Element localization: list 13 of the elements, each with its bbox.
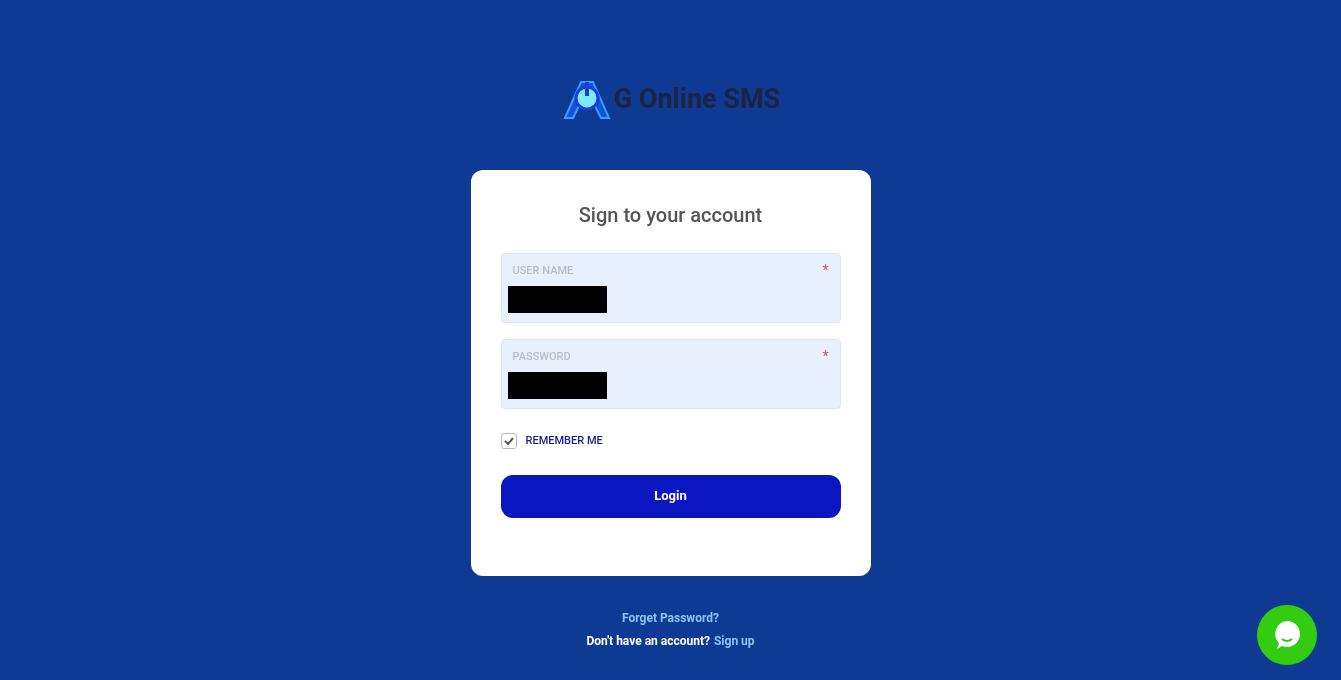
remember-checkbox[interactable] [500,433,517,450]
required-mark: * [822,349,829,366]
required-mark: * [822,263,829,280]
card-title: Sign to your account [577,202,764,229]
chat-button[interactable] [1257,605,1317,665]
login-button[interactable]: Login [500,474,841,518]
sign-up-link[interactable]: Sign up [714,632,755,650]
remember-label: REMEMBER ME [525,433,603,449]
logo-text: G Online SMS [613,85,781,113]
check-icon [503,437,514,446]
signup-prompt: Don't have an account? [586,633,710,650]
chat-bubble-icon [1273,620,1301,650]
forgot-password-link[interactable]: Forget Password? [622,609,719,627]
